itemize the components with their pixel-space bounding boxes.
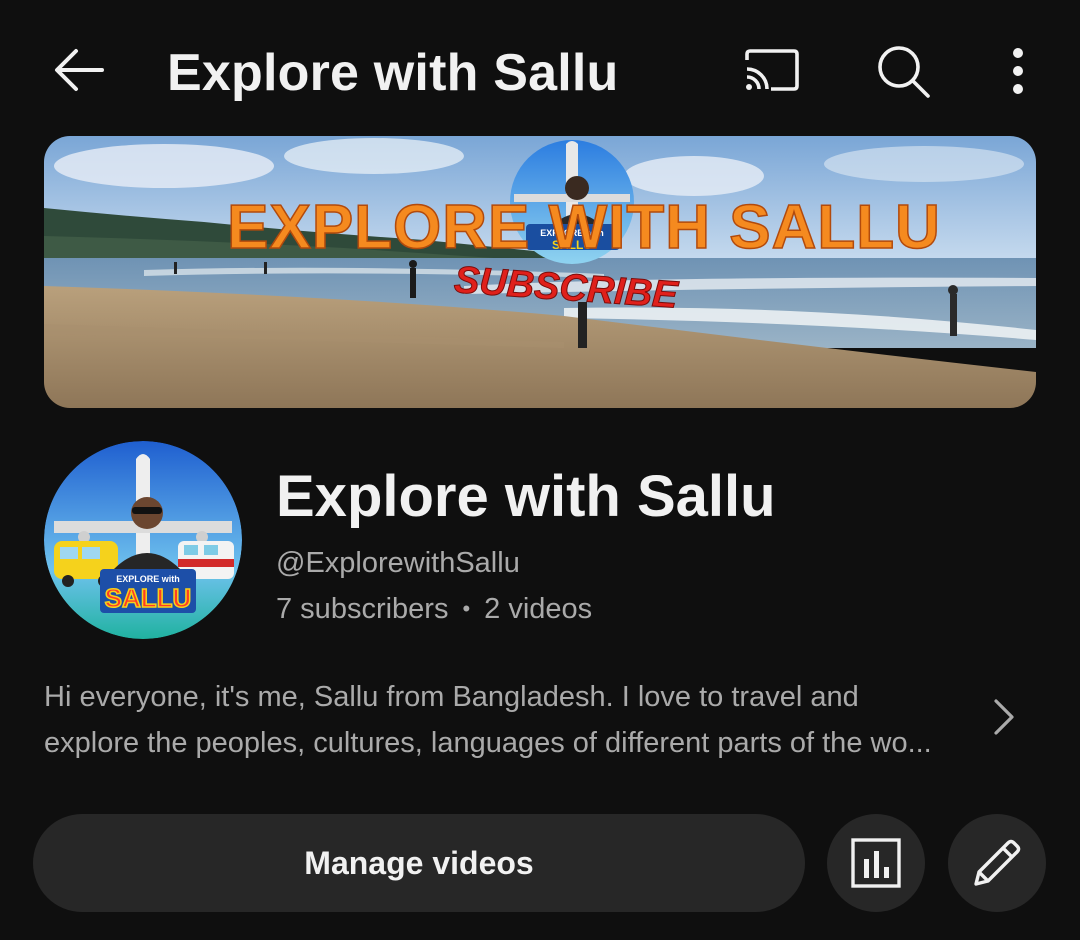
cast-button[interactable] xyxy=(738,42,804,98)
channel-handle: @ExplorewithSallu xyxy=(276,547,520,579)
edit-channel-button[interactable] xyxy=(948,814,1046,912)
stats-separator: • xyxy=(462,596,471,621)
analytics-icon xyxy=(851,838,901,888)
channel-name: Explore with Sallu xyxy=(276,464,776,529)
video-count: 2 videos xyxy=(484,593,593,625)
description-line-1: Hi everyone, it's me, Sallu from Banglad… xyxy=(44,681,859,713)
more-options-button[interactable] xyxy=(996,40,1040,102)
manage-videos-button[interactable]: Manage videos xyxy=(33,814,805,912)
avatar-image: EXPLORE with SALLU xyxy=(44,441,242,639)
search-button[interactable] xyxy=(872,40,934,102)
channel-banner[interactable]: EXPLORE with SALLU EXPLORE WITH SALLU SU… xyxy=(44,136,1036,408)
description-more-button[interactable] xyxy=(984,692,1024,742)
page-title: Explore with Sallu xyxy=(167,44,619,102)
channel-description[interactable]: Hi everyone, it's me, Sallu from Banglad… xyxy=(44,674,974,766)
edit-pencil-icon xyxy=(974,839,1021,886)
back-arrow-icon xyxy=(55,49,104,91)
cast-icon xyxy=(745,49,799,91)
more-vert-icon xyxy=(1013,48,1023,94)
channel-stats: 7 subscribers • 2 videos xyxy=(276,590,592,628)
back-button[interactable] xyxy=(48,42,108,98)
subscriber-count: 7 subscribers xyxy=(276,593,449,625)
avatar-badge-name: SALLU xyxy=(105,583,192,613)
top-app-bar: Explore with Sallu xyxy=(0,0,1080,136)
description-line-2: explore the peoples, cultures, languages… xyxy=(44,727,932,759)
banner-headline: EXPLORE WITH SALLU xyxy=(227,193,941,262)
banner-image: EXPLORE with SALLU EXPLORE WITH SALLU SU… xyxy=(44,136,1036,408)
analytics-button[interactable] xyxy=(827,814,925,912)
chevron-right-icon xyxy=(994,699,1014,735)
search-icon xyxy=(878,46,930,98)
channel-avatar[interactable]: EXPLORE with SALLU xyxy=(44,441,242,639)
